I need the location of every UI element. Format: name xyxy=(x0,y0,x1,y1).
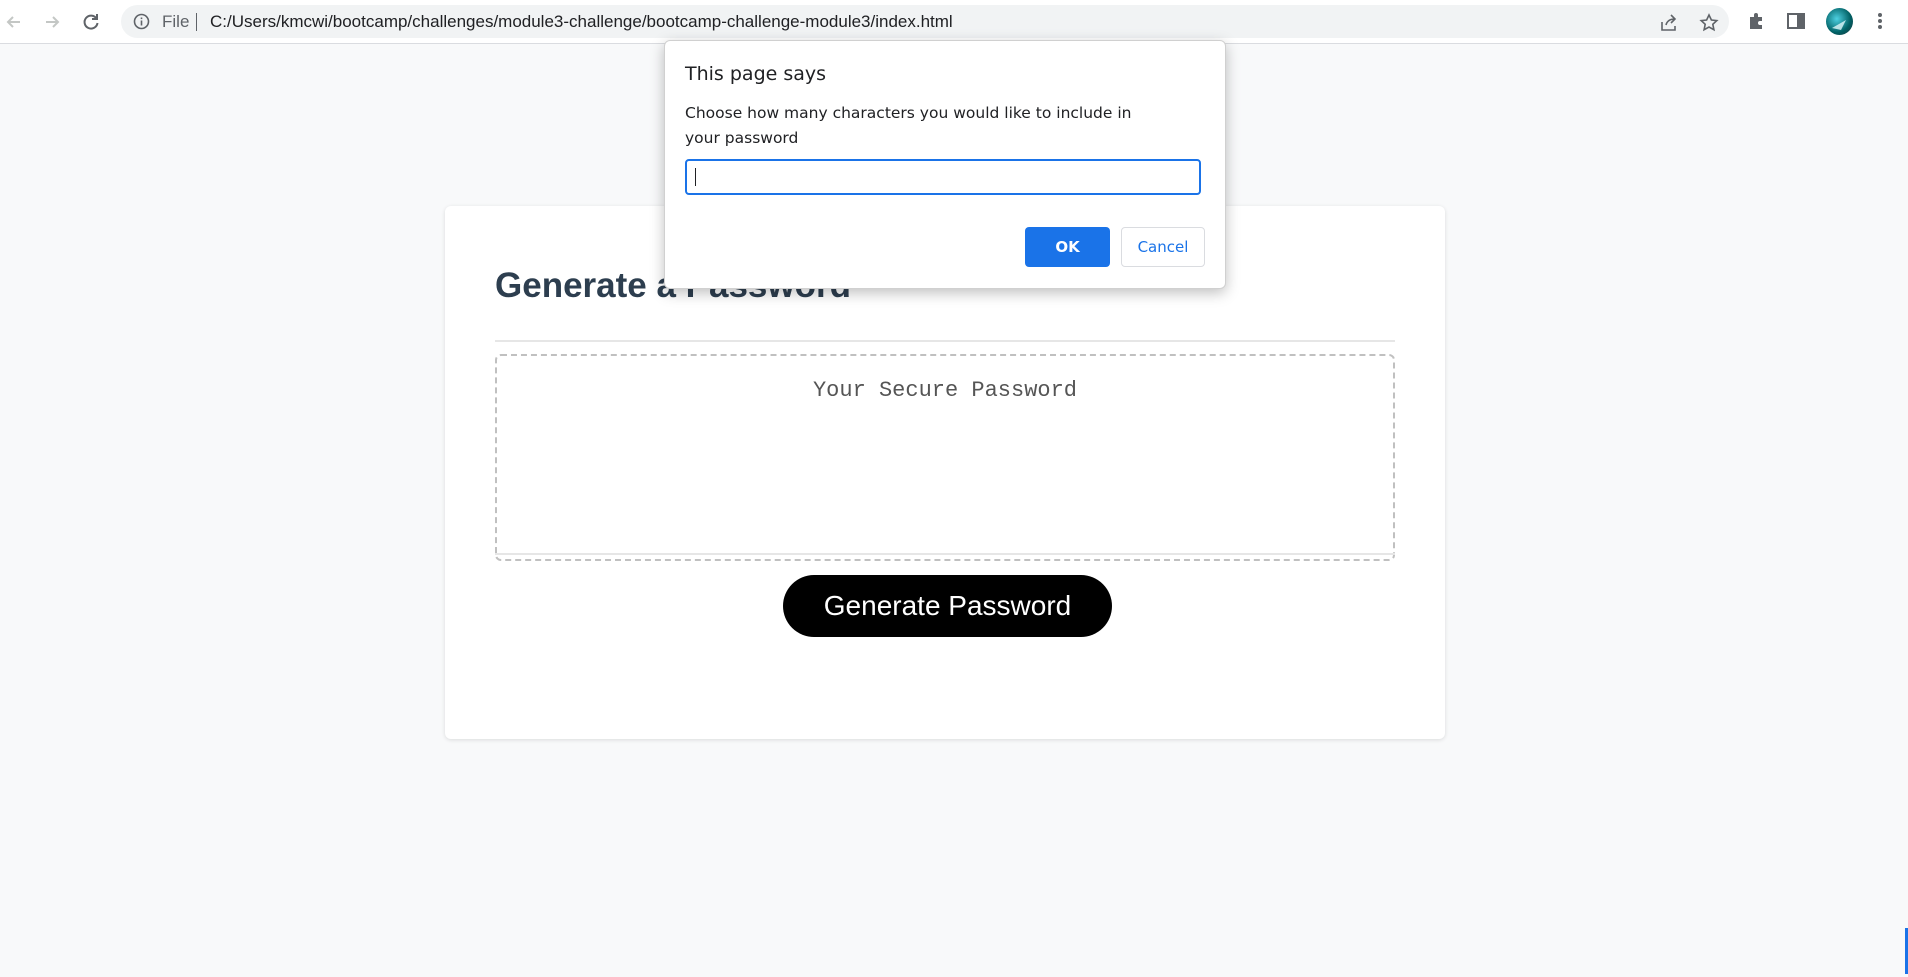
dialog-input[interactable] xyxy=(685,159,1201,195)
dialog-title: This page says xyxy=(685,63,827,85)
text-caret xyxy=(695,168,696,186)
profile-avatar[interactable] xyxy=(1826,8,1853,35)
dialog-message: Choose how many characters you would lik… xyxy=(685,104,1132,147)
omnibox-separator xyxy=(196,13,197,31)
extensions-puzzle-icon[interactable] xyxy=(1746,10,1768,32)
divider-bottom xyxy=(495,553,1395,555)
address-bar[interactable]: File C:/Users/kmcwi/bootcamp/challenges/… xyxy=(121,5,1729,38)
divider-top xyxy=(495,340,1395,342)
back-arrow-icon[interactable] xyxy=(0,8,28,36)
side-panel-icon[interactable] xyxy=(1785,10,1807,32)
cancel-button[interactable]: Cancel xyxy=(1121,227,1205,267)
reload-icon[interactable] xyxy=(77,8,105,36)
password-output[interactable] xyxy=(495,354,1395,561)
vertical-scrollbar[interactable] xyxy=(1893,44,1908,977)
info-icon[interactable] xyxy=(133,13,150,30)
star-icon[interactable] xyxy=(1699,13,1719,32)
ok-button[interactable]: OK xyxy=(1025,227,1110,267)
generate-password-button[interactable]: Generate Password xyxy=(783,575,1112,637)
protocol-label: File xyxy=(162,12,190,31)
url-text[interactable]: C:/Users/kmcwi/bootcamp/challenges/modul… xyxy=(210,12,953,32)
more-vert-icon[interactable] xyxy=(1869,10,1891,32)
browser-toolbar: File C:/Users/kmcwi/bootcamp/challenges/… xyxy=(0,0,1908,44)
forward-arrow-icon[interactable] xyxy=(38,8,66,36)
prompt-dialog: This page says Choose how many character… xyxy=(664,40,1226,289)
share-icon[interactable] xyxy=(1659,13,1677,31)
